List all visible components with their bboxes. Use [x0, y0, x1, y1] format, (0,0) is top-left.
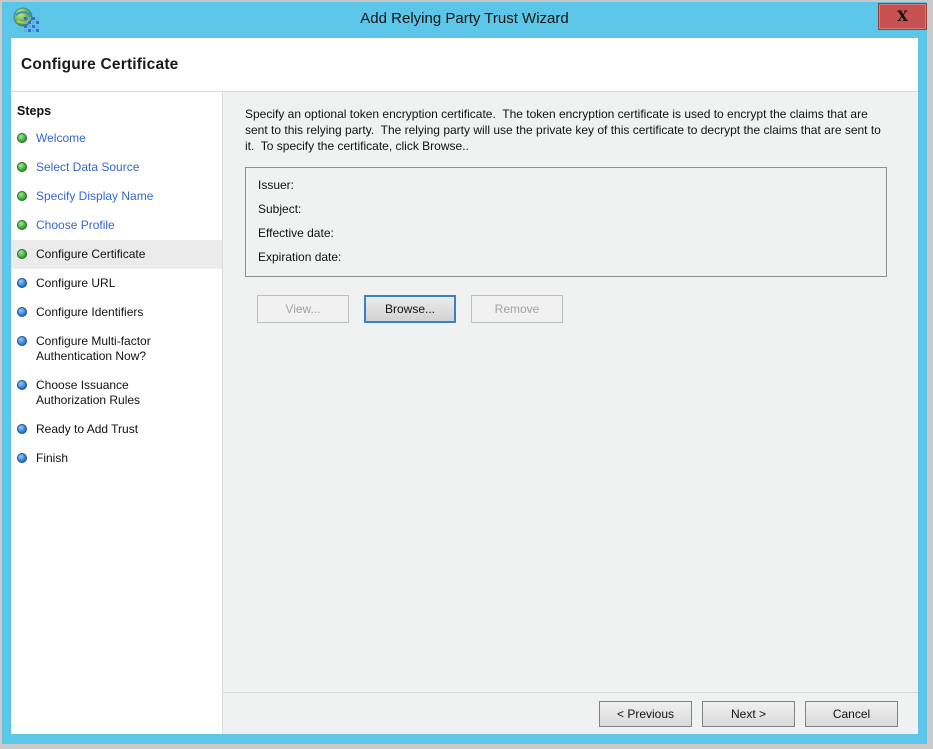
page-title: Configure Certificate — [21, 56, 179, 74]
remove-button[interactable]: Remove — [471, 295, 563, 323]
sidebar-item-configure-certificate: Configure Certificate — [11, 240, 222, 269]
certificate-field-label: Effective date: — [258, 221, 334, 245]
certificate-field-row: Subject: — [258, 197, 874, 221]
sidebar-item-label: Configure Identifiers — [36, 305, 143, 320]
certificate-field-row: Effective date: — [258, 221, 874, 245]
certificate-field-label: Issuer: — [258, 173, 294, 197]
step-pending-icon — [17, 278, 27, 288]
sidebar-item-label: Choose Issuance Authorization Rules — [36, 378, 168, 408]
sidebar-item-choose-issuance-authorization-rules: Choose Issuance Authorization Rules — [11, 371, 222, 415]
steps-sidebar: Steps Welcome Select Data Source Specify D… — [11, 92, 223, 734]
step-complete-icon — [17, 191, 27, 201]
cancel-button[interactable]: Cancel — [805, 701, 898, 727]
certificate-fields: Issuer:Subject:Effective date:Expiration… — [258, 173, 874, 269]
step-complete-icon — [17, 220, 27, 230]
certificate-field-row: Issuer: — [258, 173, 874, 197]
certificate-field-row: Expiration date: — [258, 245, 874, 269]
sidebar-item-label: Select Data Source — [36, 160, 139, 175]
client-area: Configure Certificate Steps Welcome Selec… — [11, 38, 918, 734]
window-title: Add Relying Party Trust Wizard — [2, 10, 927, 27]
certificate-field-value — [340, 221, 874, 245]
step-complete-icon — [17, 162, 27, 172]
wizard-body: Steps Welcome Select Data Source Specify D… — [11, 92, 918, 734]
step-pending-icon — [17, 380, 27, 390]
title-bar: Add Relying Party Trust Wizard X — [2, 2, 927, 38]
next-button[interactable]: Next > — [702, 701, 795, 727]
instruction-text: Specify an optional token encryption cer… — [245, 106, 893, 154]
certificate-actions: View... Browse... Remove — [257, 295, 918, 323]
certificate-field-label: Expiration date: — [258, 245, 341, 269]
sidebar-item-finish: Finish — [11, 444, 222, 473]
sidebar-item-label: Ready to Add Trust — [36, 422, 138, 437]
wizard-window: Add Relying Party Trust Wizard X Configu… — [2, 2, 927, 744]
step-complete-icon — [17, 133, 27, 143]
sidebar-item-label: Specify Display Name — [36, 189, 153, 204]
sidebar-item-select-data-source[interactable]: Select Data Source — [11, 153, 222, 182]
sidebar-item-label: Configure URL — [36, 276, 115, 291]
step-pending-icon — [17, 336, 27, 346]
sidebar-item-label: Configure Certificate — [36, 247, 145, 262]
sidebar-item-configure-identifiers: Configure Identifiers — [11, 298, 222, 327]
wizard-footer: < Previous Next > Cancel — [223, 692, 918, 734]
certificate-field-label: Subject: — [258, 197, 301, 221]
page-header: Configure Certificate — [11, 38, 918, 92]
step-pending-icon — [17, 453, 27, 463]
sidebar-item-configure-multi-factor-authentication-now: Configure Multi-factor Authentication No… — [11, 327, 222, 371]
certificate-field-value — [347, 245, 874, 269]
step-complete-icon — [17, 249, 27, 259]
view-button[interactable]: View... — [257, 295, 349, 323]
steps-list: Welcome Select Data Source Specify Display… — [11, 124, 222, 473]
close-button[interactable]: X — [878, 3, 927, 30]
browse-button[interactable]: Browse... — [364, 295, 456, 323]
sidebar-item-welcome[interactable]: Welcome — [11, 124, 222, 153]
steps-heading: Steps — [17, 104, 222, 118]
content-main: Specify an optional token encryption cer… — [223, 92, 918, 692]
sidebar-item-label: Welcome — [36, 131, 86, 146]
sidebar-item-choose-profile[interactable]: Choose Profile — [11, 211, 222, 240]
content-pane: Specify an optional token encryption cer… — [223, 92, 918, 734]
sidebar-item-label: Choose Profile — [36, 218, 115, 233]
certificate-info-box: Issuer:Subject:Effective date:Expiration… — [245, 167, 887, 277]
certificate-field-value — [307, 197, 874, 221]
previous-button[interactable]: < Previous — [599, 701, 692, 727]
step-pending-icon — [17, 307, 27, 317]
sidebar-item-ready-to-add-trust: Ready to Add Trust — [11, 415, 222, 444]
step-pending-icon — [17, 424, 27, 434]
sidebar-item-label: Finish — [36, 451, 68, 466]
certificate-field-value — [300, 173, 874, 197]
sidebar-item-configure-url: Configure URL — [11, 269, 222, 298]
sidebar-item-specify-display-name[interactable]: Specify Display Name — [11, 182, 222, 211]
sidebar-item-label: Configure Multi-factor Authentication No… — [36, 334, 168, 364]
close-icon: X — [897, 9, 908, 25]
